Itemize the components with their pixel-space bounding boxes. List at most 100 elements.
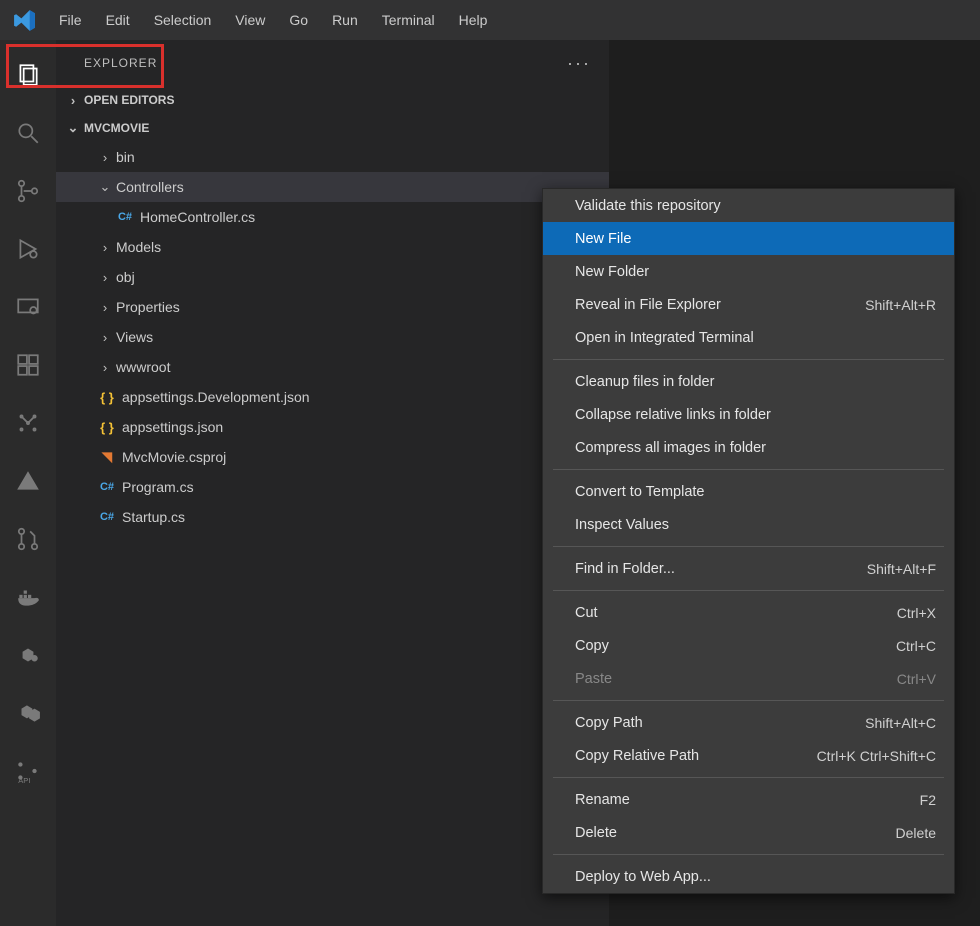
menu-file[interactable]: File [47, 0, 94, 40]
folder-bin[interactable]: ›bin [56, 142, 609, 172]
ctx-copy[interactable]: Copy Ctrl+C [543, 629, 954, 662]
ctx-collapse-relative-links-in-folder[interactable]: Collapse relative links in folder [543, 398, 954, 431]
ctx-shortcut: Ctrl+X [897, 605, 936, 621]
file-appsettings.development.json[interactable]: { } appsettings.Development.json [56, 382, 609, 412]
tree-item-label: appsettings.Development.json [122, 389, 310, 405]
folder-models[interactable]: › Models [56, 232, 609, 262]
ctx-item-label: Deploy to Web App... [575, 869, 711, 885]
menu-selection[interactable]: Selection [142, 0, 224, 40]
json-icon: { } [98, 390, 116, 405]
project-section[interactable]: ⌄ MVCMOVIE [56, 114, 609, 142]
hex-icon[interactable] [0, 626, 56, 684]
folder-properties[interactable]: ›Properties [56, 292, 609, 322]
activity-bar: API [0, 40, 56, 926]
ctx-item-label: Copy Path [575, 715, 643, 731]
more-icon[interactable]: ··· [567, 53, 591, 74]
tree-item-label: appsettings.json [122, 419, 223, 435]
json-icon: { } [98, 420, 116, 435]
folder-wwwroot[interactable]: ›wwwroot [56, 352, 609, 382]
folder-controllers[interactable]: ⌄Controllers [56, 172, 609, 202]
ctx-cut[interactable]: Cut Ctrl+X [543, 596, 954, 629]
ctx-inspect-values[interactable]: Inspect Values [543, 508, 954, 541]
ctx-shortcut: Shift+Alt+C [865, 715, 936, 731]
svg-text:API: API [18, 776, 30, 784]
ctx-item-label: Cut [575, 605, 598, 621]
menubar: FileEditSelectionViewGoRunTerminalHelp [47, 0, 499, 40]
menu-go[interactable]: Go [277, 0, 320, 40]
file-tree: ›bin⌄ControllersC#HomeController.cs›Mode… [56, 142, 609, 532]
explorer-title: EXPLORER [84, 56, 157, 70]
ctx-open-in-integrated-terminal[interactable]: Open in Integrated Terminal [543, 321, 954, 354]
run-debug-icon[interactable] [0, 220, 56, 278]
ml-icon[interactable] [0, 394, 56, 452]
source-control-icon[interactable] [0, 162, 56, 220]
ctx-shortcut: Shift+Alt+R [865, 297, 936, 313]
file-program.cs[interactable]: C#Program.cs [56, 472, 609, 502]
separator [553, 469, 944, 470]
extensions-icon[interactable] [0, 336, 56, 394]
file-homecontroller.cs[interactable]: C#HomeController.cs [56, 202, 609, 232]
ctx-copy-path[interactable]: Copy Path Shift+Alt+C [543, 706, 954, 739]
ctx-new-folder[interactable]: New Folder [543, 255, 954, 288]
api-icon[interactable]: API [0, 742, 56, 800]
share-icon[interactable] [0, 684, 56, 742]
ctx-find-in-folder[interactable]: Find in Folder...Shift+Alt+F [543, 552, 954, 585]
tree-item-label: Views [116, 329, 153, 345]
tree-item-label: Controllers [116, 179, 184, 195]
docker-icon[interactable] [0, 568, 56, 626]
ctx-copy-relative-path[interactable]: Copy Relative Path Ctrl+K Ctrl+Shift+C [543, 739, 954, 772]
menu-view[interactable]: View [223, 0, 277, 40]
file-appsettings.json[interactable]: { } appsettings.json [56, 412, 609, 442]
ctx-shortcut: Shift+Alt+F [867, 561, 936, 577]
tree-item-label: HomeController.cs [140, 209, 255, 225]
search-icon[interactable] [0, 104, 56, 162]
tree-item-label: bin [116, 149, 135, 165]
ctx-new-file[interactable]: New File [543, 222, 954, 255]
ctx-item-label: Cleanup files in folder [575, 374, 714, 390]
ctx-item-label: Copy Relative Path [575, 748, 699, 764]
ctx-item-label: Compress all images in folder [575, 440, 766, 456]
ctx-deploy-to-web-app[interactable]: Deploy to Web App... [543, 860, 954, 893]
separator [553, 546, 944, 547]
separator [553, 700, 944, 701]
folder-views[interactable]: › Views [56, 322, 609, 352]
file-startup.cs[interactable]: C#Startup.cs [56, 502, 609, 532]
chevron-right-icon: › [98, 240, 112, 255]
chevron-right-icon: › [66, 93, 80, 108]
menu-edit[interactable]: Edit [94, 0, 142, 40]
menu-help[interactable]: Help [447, 0, 500, 40]
ctx-compress-all-images-in-folder[interactable]: Compress all images in folder [543, 431, 954, 464]
tree-item-label: Program.cs [122, 479, 194, 495]
file-mvcmovie.csproj[interactable]: ◥MvcMovie.csproj [56, 442, 609, 472]
ctx-item-label: Copy [575, 638, 609, 654]
titlebar: FileEditSelectionViewGoRunTerminalHelp [0, 0, 980, 40]
ctx-item-label: New Folder [575, 264, 649, 280]
explorer-icon[interactable] [0, 46, 56, 104]
git-pr-icon[interactable] [0, 510, 56, 568]
ctx-shortcut: Ctrl+C [896, 638, 936, 654]
ctx-delete[interactable]: DeleteDelete [543, 816, 954, 849]
tree-item-label: obj [116, 269, 135, 285]
menu-run[interactable]: Run [320, 0, 370, 40]
ctx-cleanup-files-in-folder[interactable]: Cleanup files in folder [543, 365, 954, 398]
ctx-rename[interactable]: RenameF2 [543, 783, 954, 816]
azure-icon[interactable] [0, 452, 56, 510]
ctx-item-label: Collapse relative links in folder [575, 407, 771, 423]
ctx-item-label: New File [575, 231, 631, 247]
ctx-convert-to-template[interactable]: Convert to Template [543, 475, 954, 508]
vscode-logo-icon [12, 8, 37, 33]
ctx-shortcut: Ctrl+K Ctrl+Shift+C [817, 748, 936, 764]
ctx-item-label: Inspect Values [575, 517, 669, 533]
menu-terminal[interactable]: Terminal [370, 0, 447, 40]
ctx-validate-this-repository[interactable]: Validate this repository [543, 189, 954, 222]
open-editors-section[interactable]: › OPEN EDITORS [56, 86, 609, 114]
chevron-right-icon: › [98, 270, 112, 285]
chevron-right-icon: › [98, 300, 112, 315]
tree-item-label: Models [116, 239, 161, 255]
folder-obj[interactable]: › obj [56, 262, 609, 292]
ctx-reveal-in-file-explorer[interactable]: Reveal in File ExplorerShift+Alt+R [543, 288, 954, 321]
separator [553, 777, 944, 778]
chevron-right-icon: › [98, 330, 112, 345]
ctx-shortcut: F2 [920, 792, 936, 808]
remote-icon[interactable] [0, 278, 56, 336]
